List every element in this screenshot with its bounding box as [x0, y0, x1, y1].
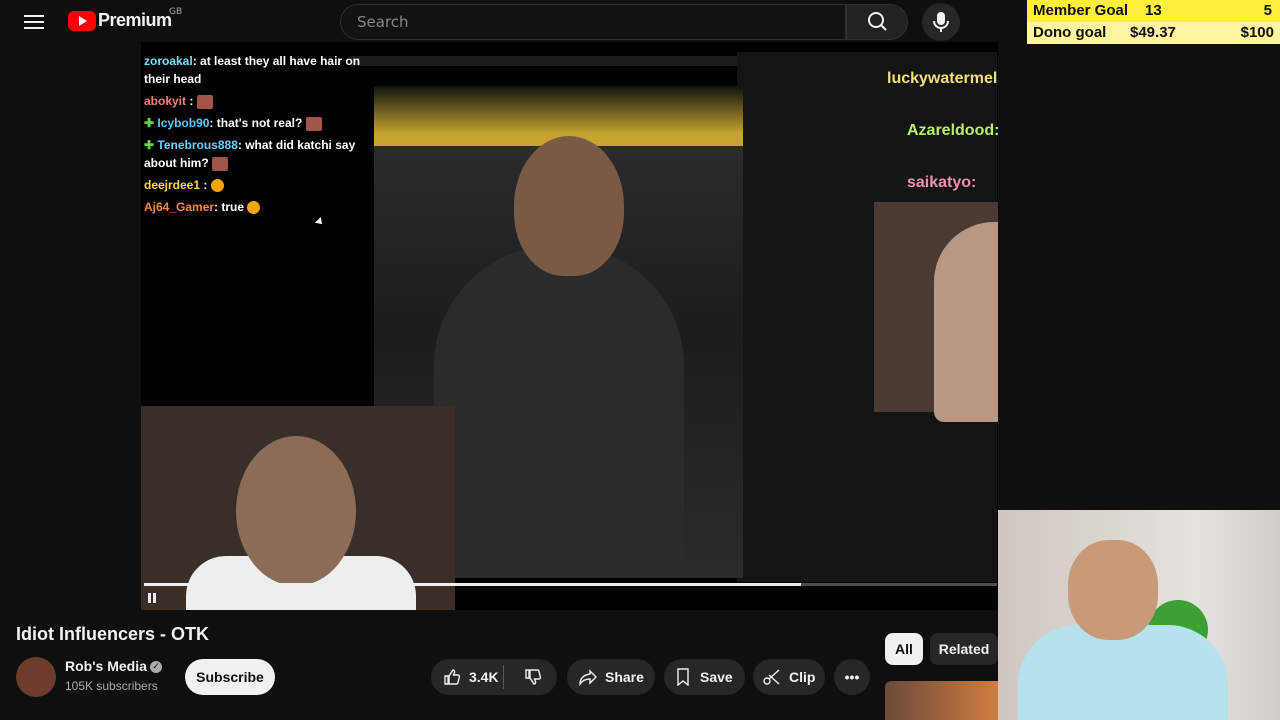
search-icon [868, 12, 887, 31]
share-button[interactable]: Share [567, 659, 655, 695]
chat-username: zoroakal [144, 54, 193, 68]
logo-text: Premium [98, 10, 172, 30]
dono-goal-current: $49.37 [1130, 24, 1176, 41]
chat-text: : [186, 94, 197, 108]
chat-emote-icon [212, 156, 228, 171]
verified-check-icon: ✓ [150, 661, 162, 673]
search-input[interactable]: Search [340, 4, 846, 40]
chat-username: abokyit [144, 94, 187, 108]
thumbs-up-icon[interactable] [443, 668, 461, 686]
member-goal-row: Member Goal 13 5 [1027, 0, 1280, 22]
scissors-icon [763, 669, 780, 685]
chat-emote-icon [196, 94, 213, 109]
thumbs-down-icon[interactable] [524, 668, 542, 686]
like-count[interactable]: 3.4K [469, 659, 499, 695]
save-button[interactable]: Save [664, 659, 745, 695]
member-goal-current: 13 [1145, 2, 1162, 19]
chat-message: Aj64_Gamer: true [141, 196, 371, 218]
chat-text: : [200, 178, 211, 192]
clip-label: Clip [789, 669, 816, 685]
chat-message: deejrdee1 : [141, 174, 371, 196]
menu-icon[interactable] [24, 12, 44, 30]
clip-button[interactable]: Clip [753, 659, 825, 695]
sub-badge-icon: ✚ [144, 138, 158, 152]
right-chat-message: Azareldood: [907, 122, 998, 139]
chat-username: Aj64_Gamer [144, 200, 215, 214]
progress-bar[interactable] [144, 583, 997, 586]
chat-emote-icon [247, 201, 261, 215]
right-chat-overlay: luckywatermelonjuice: Azareldood: saikatyo… [887, 42, 998, 193]
streamer-webcam [141, 406, 455, 610]
like-divider [503, 665, 504, 689]
chat-text: : true [214, 200, 248, 214]
subscriber-count: 105K subscribers [65, 679, 158, 693]
right-chat-message: saikatyo: [907, 174, 977, 191]
channel-name[interactable]: Rob's Media [65, 658, 147, 674]
more-actions-button[interactable]: ••• [834, 659, 870, 695]
like-dislike-group: 3.4K [431, 659, 557, 695]
reactor-facecam [998, 510, 1280, 720]
chat-emote-icon [305, 116, 322, 131]
chat-username: Icybob90 [157, 116, 210, 130]
chat-message: zoroakal: at least they all have hair on… [141, 50, 371, 90]
channel-avatar[interactable] [16, 657, 56, 697]
guest-webcam [874, 202, 998, 422]
mouse-cursor-icon [315, 217, 325, 227]
share-icon [579, 669, 597, 686]
chip-related[interactable]: Related [930, 633, 998, 665]
progress-bar-fill [144, 583, 801, 586]
member-goal-label: Member Goal [1033, 2, 1129, 19]
stream-chat-overlay: zoroakal: at least they all have hair on… [141, 50, 371, 218]
member-goal-target: 5 [1263, 2, 1272, 19]
chat-emote-icon [210, 179, 224, 193]
voice-search-button[interactable] [922, 3, 960, 41]
microphone-icon [933, 12, 949, 32]
logo-country-code: GB [169, 7, 183, 17]
chat-text: : that's not real? [209, 116, 306, 130]
recommended-video-thumbnail[interactable] [885, 681, 998, 720]
dono-goal-row: Dono goal $49.37 $100 [1027, 22, 1280, 44]
chat-message: ✚ Tenebrous888: what did katchi say abou… [141, 134, 371, 174]
share-label: Share [605, 669, 644, 685]
stream-goal-overlay: Member Goal 13 5 Dono goal $49.37 $100 [1027, 0, 1280, 44]
pause-icon[interactable] [147, 593, 157, 603]
chat-username: Tenebrous888 [157, 138, 238, 152]
chat-username: deejrdee1 [144, 178, 201, 192]
save-label: Save [700, 669, 733, 685]
video-player[interactable]: zoroakal: at least they all have hair on… [141, 42, 998, 610]
play-logo-icon [68, 10, 96, 31]
dono-goal-label: Dono goal [1033, 24, 1107, 41]
youtube-logo[interactable]: Premium GB [68, 7, 182, 31]
chat-message: abokyit : [141, 90, 371, 112]
video-title: Idiot Influencers - OTK [16, 624, 210, 644]
subscribe-button[interactable]: Subscribe [185, 659, 275, 695]
search-button[interactable] [846, 4, 908, 40]
sub-badge-icon: ✚ [144, 116, 158, 130]
bookmark-icon [677, 668, 689, 686]
chip-all[interactable]: All [885, 633, 923, 665]
right-chat-message: luckywatermelonjuice: [887, 70, 998, 87]
chat-message: ✚ Icybob90: that's not real? [141, 112, 371, 134]
dono-goal-target: $100 [1240, 24, 1274, 41]
